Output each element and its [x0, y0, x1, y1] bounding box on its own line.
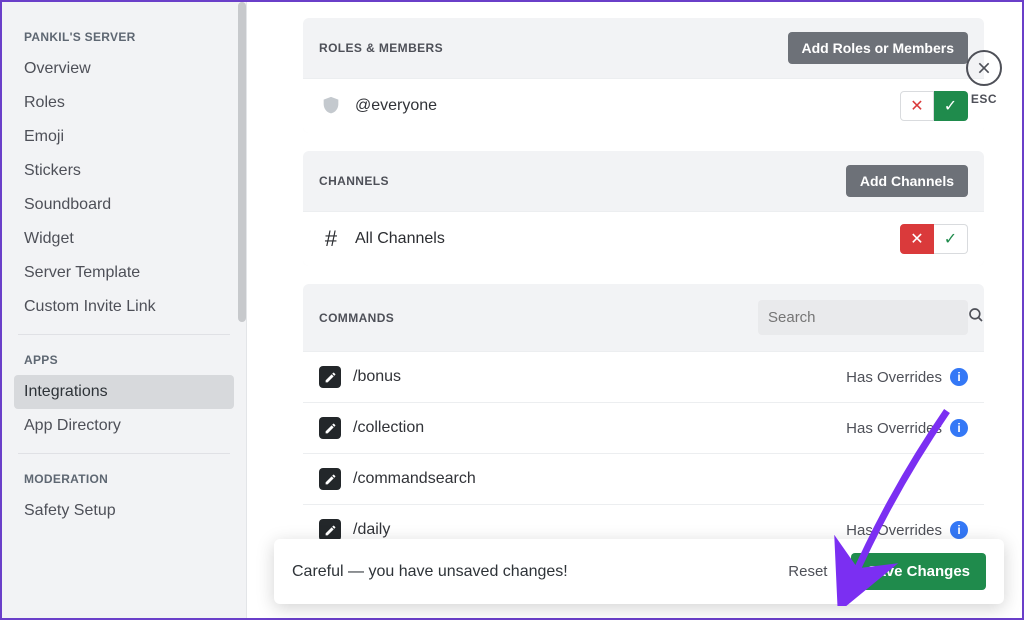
command-name: /daily	[353, 521, 846, 539]
sidebar-section-server: PANKIL'S SERVER	[14, 22, 234, 52]
sidebar-item-soundboard[interactable]: Soundboard	[14, 188, 234, 222]
add-channels-button[interactable]: Add Channels	[846, 165, 968, 197]
unsaved-changes-bar: Careful — you have unsaved changes! Rese…	[274, 539, 1004, 604]
search-input[interactable]	[768, 309, 967, 326]
divider	[18, 334, 230, 335]
channel-allow-button[interactable]: ✓	[934, 224, 968, 254]
channel-row-all: # All Channels ✕ ✓	[303, 211, 984, 266]
unsaved-message: Careful — you have unsaved changes!	[292, 563, 764, 581]
sidebar-item-roles[interactable]: Roles	[14, 86, 234, 120]
hash-icon: #	[319, 227, 343, 251]
check-icon: ✓	[944, 96, 957, 116]
channel-label: All Channels	[355, 230, 900, 248]
sidebar-item-app-directory[interactable]: App Directory	[14, 409, 234, 443]
command-name: /commandsearch	[353, 470, 968, 488]
sidebar-section-moderation: MODERATION	[14, 464, 234, 494]
shield-icon	[319, 94, 343, 118]
search-icon	[967, 306, 984, 329]
overrides-label: Has Overrides	[846, 420, 942, 437]
close-icon: ✕	[910, 229, 923, 249]
role-deny-button[interactable]: ✕	[900, 91, 934, 121]
close-button[interactable]	[966, 50, 1002, 86]
info-icon[interactable]: i	[950, 368, 968, 386]
command-name: /bonus	[353, 368, 846, 386]
sidebar-item-stickers[interactable]: Stickers	[14, 154, 234, 188]
info-icon[interactable]: i	[950, 521, 968, 539]
roles-members-title: ROLES & MEMBERS	[319, 41, 443, 55]
info-icon[interactable]: i	[950, 419, 968, 437]
reset-button[interactable]: Reset	[778, 557, 837, 586]
commands-title: COMMANDS	[319, 311, 394, 325]
channels-panel: CHANNELS Add Channels # All Channels ✕ ✓	[303, 151, 984, 266]
channel-deny-button[interactable]: ✕	[900, 224, 934, 254]
sidebar-item-widget[interactable]: Widget	[14, 222, 234, 256]
add-roles-members-button[interactable]: Add Roles or Members	[788, 32, 968, 64]
command-name: /collection	[353, 419, 846, 437]
main-content: ROLES & MEMBERS Add Roles or Members @ev…	[247, 2, 1022, 618]
sidebar-section-apps: APPS	[14, 345, 234, 375]
check-icon: ✓	[944, 229, 957, 249]
overrides-label: Has Overrides	[846, 369, 942, 386]
overrides-label: Has Overrides	[846, 522, 942, 539]
role-label: @everyone	[355, 97, 900, 115]
role-allow-button[interactable]: ✓	[934, 91, 968, 121]
commands-panel: COMMANDS /bonus Has Overrides i /collect…	[303, 284, 984, 555]
role-row-everyone: @everyone ✕ ✓	[303, 78, 984, 133]
pencil-icon	[319, 417, 341, 439]
pencil-icon	[319, 519, 341, 541]
close-icon: ✕	[910, 96, 923, 116]
command-row[interactable]: /collection Has Overrides i	[303, 402, 984, 453]
sidebar-item-overview[interactable]: Overview	[14, 52, 234, 86]
sidebar: PANKIL'S SERVER Overview Roles Emoji Sti…	[2, 2, 247, 618]
pencil-icon	[319, 468, 341, 490]
roles-members-panel: ROLES & MEMBERS Add Roles or Members @ev…	[303, 18, 984, 133]
divider	[18, 453, 230, 454]
close-settings: ESC	[966, 50, 1002, 106]
command-row[interactable]: /bonus Has Overrides i	[303, 351, 984, 402]
sidebar-item-emoji[interactable]: Emoji	[14, 120, 234, 154]
pencil-icon	[319, 366, 341, 388]
sidebar-item-safety-setup[interactable]: Safety Setup	[14, 494, 234, 528]
sidebar-item-integrations[interactable]: Integrations	[14, 375, 234, 409]
commands-search[interactable]	[758, 300, 968, 335]
sidebar-item-custom-invite-link[interactable]: Custom Invite Link	[14, 290, 234, 324]
command-row[interactable]: /commandsearch	[303, 453, 984, 504]
save-changes-button[interactable]: Save Changes	[851, 553, 986, 590]
sidebar-scrollbar[interactable]	[238, 2, 246, 322]
esc-label: ESC	[971, 92, 997, 106]
channels-title: CHANNELS	[319, 174, 389, 188]
sidebar-item-server-template[interactable]: Server Template	[14, 256, 234, 290]
